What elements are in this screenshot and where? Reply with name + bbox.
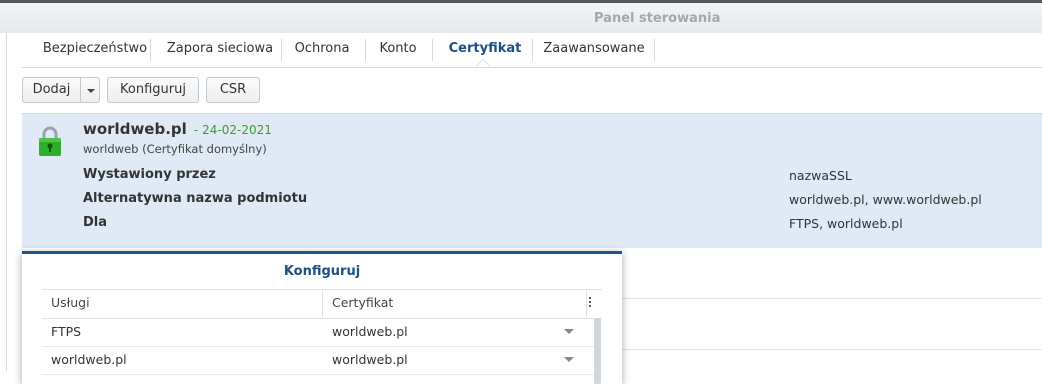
chevron-down-icon[interactable]: [564, 329, 574, 334]
certificate-select[interactable]: worldweb.pl: [332, 318, 408, 345]
split-divider: [80, 78, 81, 102]
issuer-label: Wystawiony przez: [83, 167, 216, 182]
used-for-value: FTPS, worldweb.pl: [789, 216, 903, 231]
tab-security[interactable]: Bezpieczeństwo: [39, 33, 151, 67]
subject-alt-name-label: Alternatywna nazwa podmiotu: [83, 191, 308, 206]
scrollbar[interactable]: [594, 318, 601, 384]
table-row[interactable]: FTPS worldweb.pl: [42, 318, 602, 347]
grid-header: Usługi Certyfikat: [42, 289, 602, 319]
certificate-date: - 24-02-2021: [194, 123, 272, 137]
certificate-name: worldweb.pl - 24-02-2021: [83, 120, 272, 138]
tab-divider: [281, 39, 282, 61]
subject-alt-name-value: worldweb.pl, www.worldweb.pl: [789, 192, 982, 207]
list-divider: [622, 298, 1042, 299]
issuer-value: nazwaSSL: [789, 168, 852, 183]
tab-advanced[interactable]: Zaawansowane: [540, 33, 648, 67]
add-button-label[interactable]: Dodaj: [23, 78, 80, 102]
dialog-title: Konfiguruj: [283, 264, 361, 279]
add-dropdown-button[interactable]: Dodaj: [22, 77, 100, 103]
tab-firewall[interactable]: Zapora sieciowa: [159, 33, 281, 67]
tab-divider: [432, 39, 433, 61]
column-header-services[interactable]: Usługi: [51, 290, 90, 316]
lock-icon: [39, 126, 61, 156]
tab-divider: [150, 39, 151, 61]
certificate-subtitle: worldweb (Certyfikat domyślny): [83, 142, 267, 156]
service-cell: worldweb.pl: [51, 352, 127, 367]
tab-divider: [365, 39, 366, 61]
window-title: Panel sterowania: [594, 11, 721, 26]
used-for-label: Dla: [83, 215, 108, 230]
column-divider[interactable]: [322, 290, 323, 317]
column-divider[interactable]: [586, 290, 587, 317]
tab-divider: [654, 39, 655, 61]
service-cell: FTPS: [51, 324, 82, 339]
configure-dialog: Konfiguruj Usługi Certyfikat FTPS worldw…: [22, 251, 622, 384]
tab-divider: [532, 39, 533, 61]
column-header-certificate[interactable]: Certyfikat: [332, 290, 393, 316]
tab-account[interactable]: Konto: [372, 33, 424, 67]
tab-protection[interactable]: Ochrona: [288, 33, 356, 67]
left-border: [6, 33, 7, 371]
list-divider: [622, 349, 1042, 350]
certificate-select[interactable]: worldweb.pl: [332, 346, 408, 373]
certificate-name-text: worldweb.pl: [83, 120, 187, 138]
active-tab-indicator: [476, 59, 490, 66]
column-menu-icon[interactable]: [589, 297, 591, 309]
chevron-down-icon[interactable]: [564, 357, 574, 362]
configure-button[interactable]: Konfiguruj: [107, 77, 199, 103]
window-titlebar: Panel sterowania: [0, 0, 1042, 33]
tab-bar: Bezpieczeństwo Zapora sieciowa Ochrona K…: [22, 33, 1042, 68]
csr-button[interactable]: CSR: [206, 77, 260, 103]
chevron-down-icon[interactable]: [87, 89, 95, 93]
certificate-item-selected[interactable]: worldweb.pl - 24-02-2021 worldweb (Certy…: [22, 113, 1042, 248]
